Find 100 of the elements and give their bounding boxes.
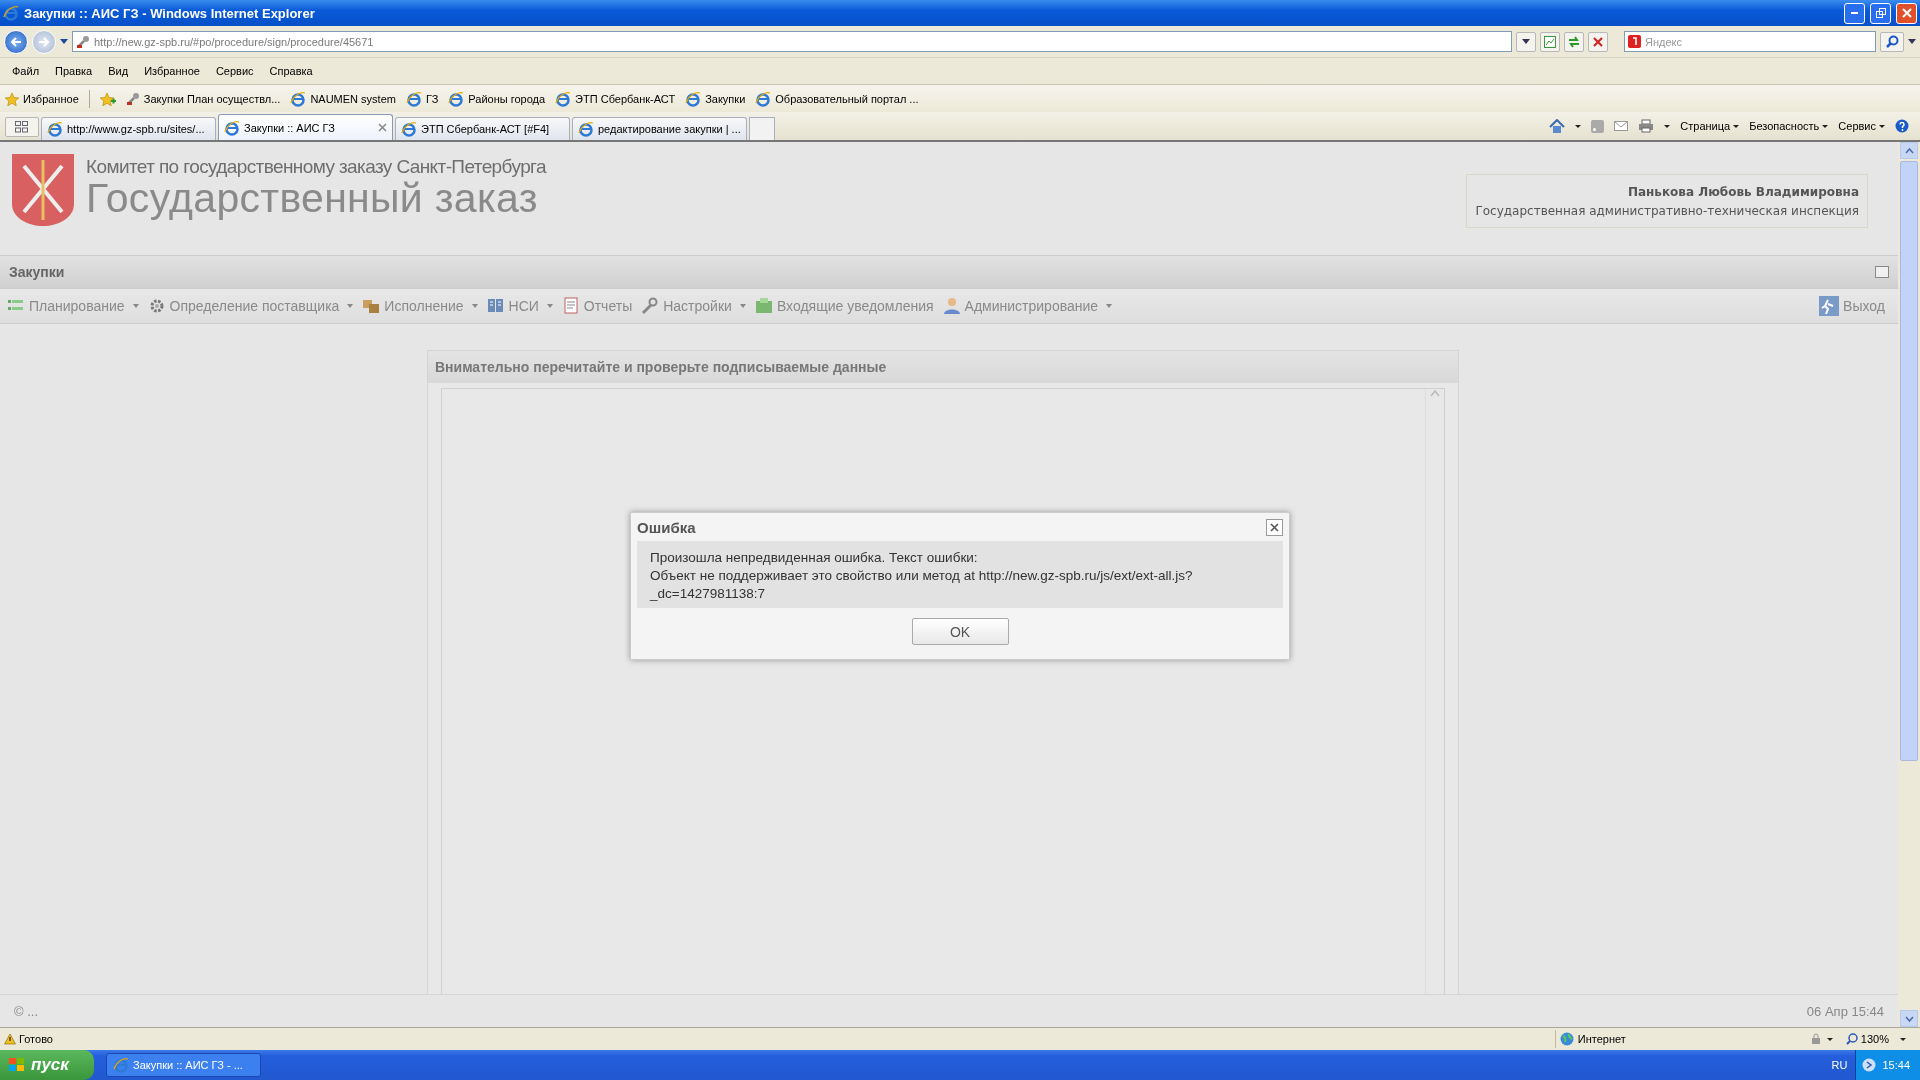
favorite-link[interactable]: NAUMEN system	[290, 90, 396, 107]
page-icon	[290, 90, 307, 107]
menu-item[interactable]: Справка	[261, 65, 321, 77]
star-icon	[5, 91, 19, 106]
mail-icon[interactable]	[1614, 121, 1629, 131]
refresh-icon	[1567, 34, 1581, 49]
window-title: Закупки :: АИС ГЗ - Windows Internet Explorer	[24, 5, 316, 21]
close-icon	[1901, 8, 1912, 18]
user-icon	[942, 297, 961, 315]
minimize-icon	[1851, 12, 1858, 14]
exit-icon	[1819, 296, 1840, 316]
favorites-button[interactable]: Избранное	[5, 91, 79, 106]
restore-icon	[1875, 8, 1886, 18]
browser-tab[interactable]: ЭТП Сбербанк-АСТ [#F4]	[395, 117, 570, 140]
menu-item[interactable]: Вид	[100, 65, 137, 77]
menu-item[interactable]: Избранное	[136, 65, 208, 77]
command-menu[interactable]: Сервис	[1838, 120, 1885, 132]
restore-button[interactable]	[1870, 2, 1891, 24]
dropdown-icon	[1522, 38, 1530, 45]
feed-icon[interactable]	[1591, 119, 1605, 133]
close-button[interactable]	[1266, 518, 1283, 536]
windows-logo-icon	[8, 1057, 26, 1073]
left-arrow-icon	[10, 35, 22, 48]
status-text: Готово	[19, 1033, 53, 1045]
globe-icon	[1559, 1032, 1574, 1046]
warning-icon	[4, 1033, 16, 1045]
browser-tab[interactable]: редактирование закупки | ...	[572, 117, 747, 140]
right-arrow-icon	[38, 35, 50, 48]
menu-item[interactable]: Правка	[47, 65, 101, 77]
add-favorite-icon[interactable]	[99, 91, 116, 106]
command-menu[interactable]: Безопасность	[1749, 120, 1829, 132]
page-icon	[1543, 34, 1557, 49]
document-icon	[561, 297, 580, 315]
minimize-button[interactable]	[1844, 2, 1865, 24]
taskbar-button[interactable]: Закупки :: АИС ГЗ - ...	[106, 1053, 261, 1077]
command-menu[interactable]: Страница	[1680, 120, 1740, 132]
favorite-link[interactable]: ЭТП Сбербанк-АСТ	[555, 90, 676, 107]
address-field[interactable]: http://new.gz-spb.ru/#po/procedure/sign/procedure/45671	[72, 31, 1512, 52]
city-emblem-icon	[10, 152, 76, 228]
book-icon	[486, 297, 505, 315]
refresh-button[interactable]	[1564, 31, 1584, 52]
maximize-button[interactable]	[1875, 266, 1889, 278]
dropdown-icon[interactable]	[1908, 38, 1916, 45]
favorite-link[interactable]: Районы города	[448, 90, 546, 107]
search-button[interactable]	[1880, 31, 1904, 52]
page-icon	[47, 121, 63, 137]
page-icon	[401, 121, 417, 137]
inbox-icon	[754, 297, 773, 315]
tray-app-icon[interactable]	[1862, 1058, 1877, 1072]
page-icon	[448, 90, 465, 107]
browser-icon	[113, 1057, 129, 1073]
menu-item[interactable]: Сервис	[207, 65, 262, 77]
panel-title: Внимательно перечитайте и проверьте подписываемые данные	[435, 359, 887, 375]
back-button[interactable]	[4, 29, 28, 54]
page-icon	[578, 121, 594, 137]
menu-item[interactable]: Файл	[4, 65, 48, 77]
zoom-icon	[1845, 1033, 1858, 1045]
help-icon[interactable]	[1895, 119, 1909, 133]
browser-logo-icon	[3, 5, 19, 21]
dropdown-icon[interactable]	[60, 38, 68, 45]
page-icon	[405, 90, 422, 107]
copyright-text: © ...	[14, 1003, 39, 1019]
scrollbar-thumb[interactable]	[1900, 161, 1918, 761]
browser-tab[interactable]: Закупки :: АИС ГЗ	[218, 114, 393, 140]
organization-name: Комитет по государственному заказу Санкт-Петербурга	[86, 156, 546, 178]
page-icon	[555, 90, 572, 107]
date-time: 06 Апр 15:44	[1806, 1003, 1884, 1019]
language-indicator[interactable]: RU	[1831, 1059, 1848, 1071]
error-message: Произошла непредвиденная ошибка. Текст ошибки:	[650, 549, 979, 567]
clock: 15:44	[1882, 1059, 1910, 1071]
printer-icon[interactable]	[1638, 119, 1655, 133]
favorite-link[interactable]: Образовательный портал ...	[755, 90, 919, 107]
stop-button[interactable]	[1588, 31, 1608, 52]
search-icon	[1885, 35, 1899, 48]
security-zone: Интернет	[1577, 1033, 1626, 1045]
search-engine-icon	[1628, 35, 1641, 48]
address-dropdown-button[interactable]	[1516, 31, 1536, 52]
page-icon	[755, 90, 772, 107]
close-icon	[1270, 522, 1279, 532]
close-icon	[1592, 35, 1604, 48]
compatibility-button[interactable]	[1540, 31, 1560, 52]
user-organization: Государственная административно-техническая инспекция	[1475, 204, 1859, 218]
tab-list-button[interactable]	[5, 117, 39, 137]
page-icon	[685, 90, 702, 107]
zoom-button[interactable]: 130%	[1845, 1033, 1889, 1045]
vertical-scrollbar[interactable]	[1898, 142, 1920, 1027]
favorite-link[interactable]: Закупки	[685, 90, 746, 107]
favorite-link[interactable]: ГЗ	[405, 90, 439, 107]
grid-icon	[15, 121, 29, 133]
panel-title: Закупки	[9, 264, 65, 280]
close-icon[interactable]	[378, 123, 387, 132]
browser-tab[interactable]: http://www.gz-spb.ru/sites/...	[41, 117, 216, 140]
site-title: Государственный заказ	[86, 178, 538, 218]
page-icon	[224, 119, 240, 136]
error-message: Объект не поддерживает это свойство или метод at http://new.gz-spb.ru/js/ext/ext-all.js?_dc=1427981138:7	[650, 567, 1194, 603]
favorite-link[interactable]: Закупки План осуществл...	[125, 91, 281, 106]
home-icon[interactable]	[1549, 118, 1566, 134]
user-name: Панькова Любовь Владимировна	[1626, 184, 1859, 201]
dialog-title: Ошибка	[637, 518, 696, 536]
ok-button[interactable]: OK	[911, 618, 1009, 645]
